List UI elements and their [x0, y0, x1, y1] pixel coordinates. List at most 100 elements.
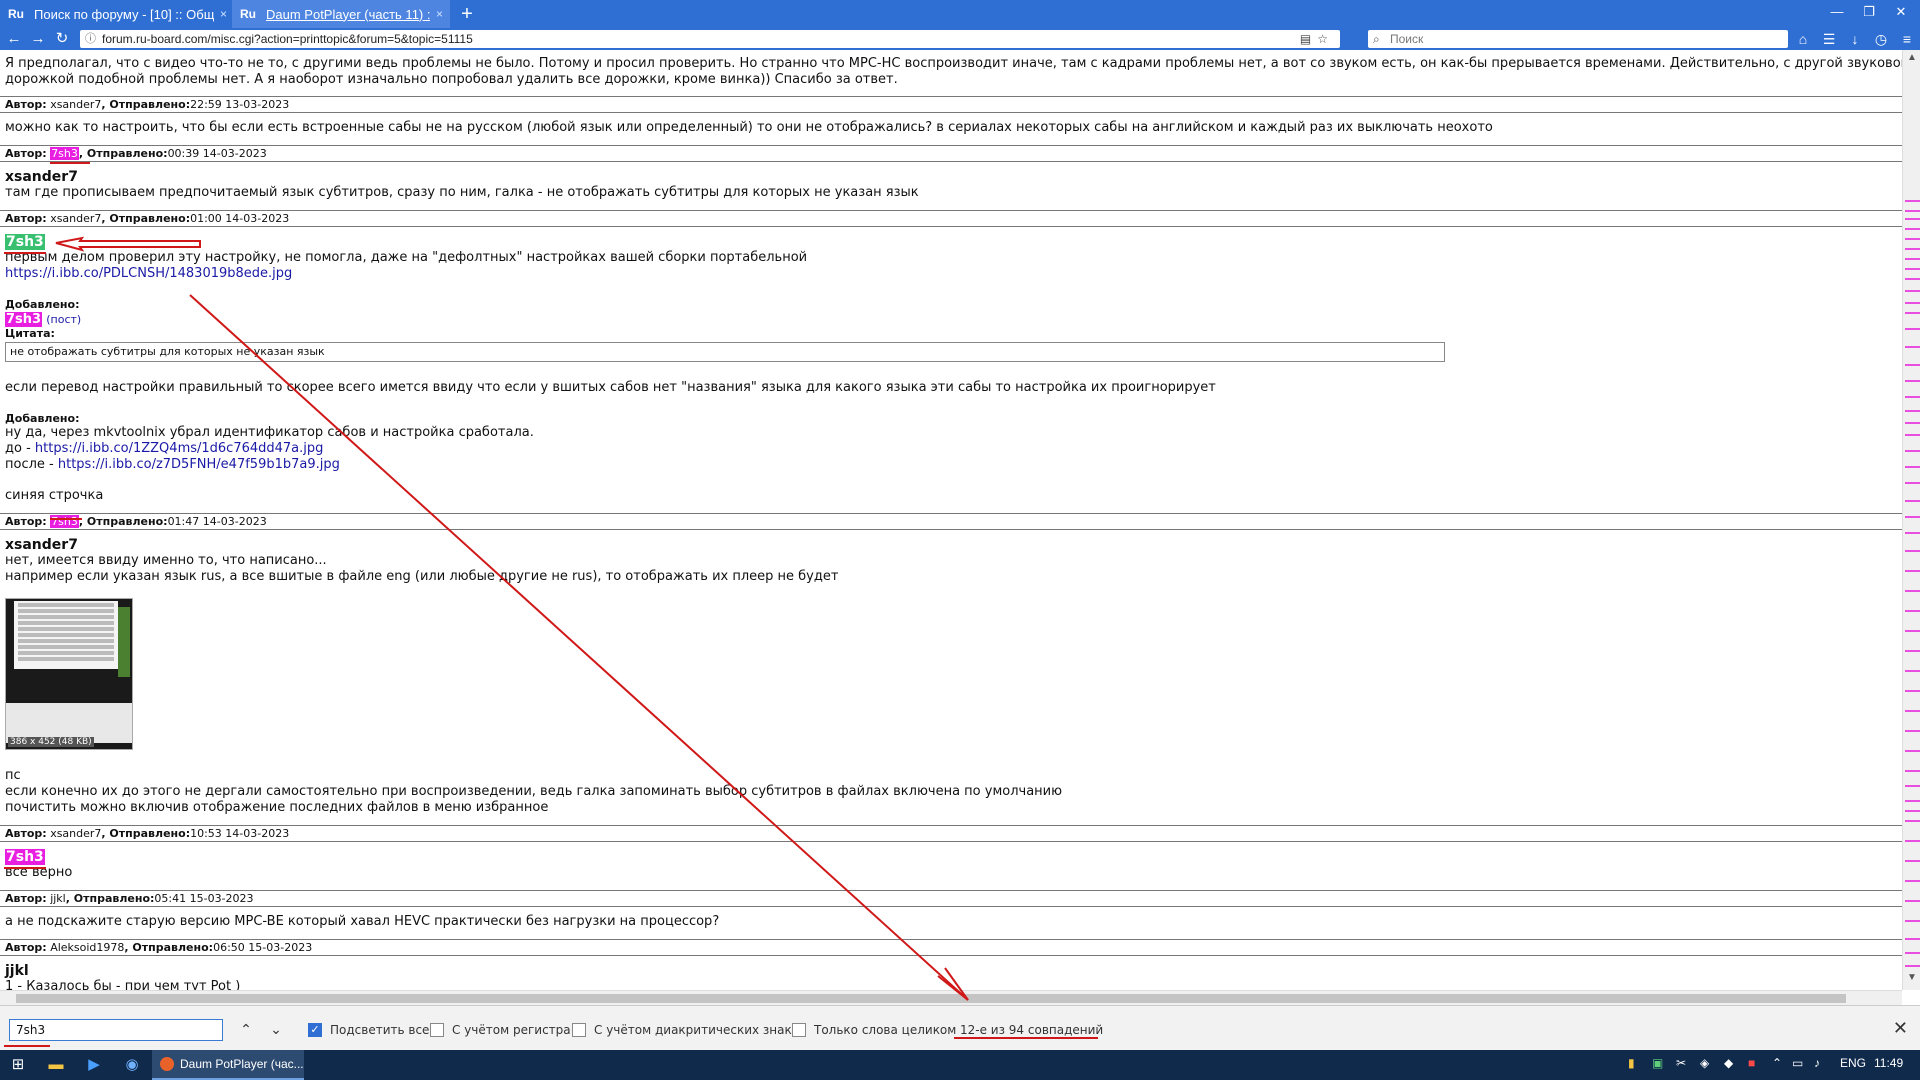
tray-app-icon[interactable]: ◈	[1700, 1056, 1709, 1070]
menu-icon[interactable]: ≡	[1896, 30, 1918, 48]
download-icon[interactable]: ↓	[1844, 30, 1866, 48]
match-marker	[1905, 516, 1920, 518]
screenshot-thumbnail[interactable]: 386 x 452 (48 KB)	[5, 598, 133, 750]
find-previous-button[interactable]: ⌃	[236, 1020, 256, 1040]
navigation-bar: ← → ↻ ⓘ forum.ru-board.com/misc.cgi?acti…	[0, 28, 1920, 50]
match-marker	[1905, 364, 1920, 366]
current-search-match: 7sh3	[5, 234, 45, 250]
match-marker	[1905, 900, 1920, 902]
match-marker	[1905, 840, 1920, 842]
reload-button[interactable]: ↻	[52, 30, 72, 48]
highlight-all-checkbox[interactable]: ✓ Подсветить все	[308, 1020, 429, 1040]
match-marker	[1905, 380, 1920, 382]
find-next-button[interactable]: ⌄	[266, 1020, 286, 1040]
taskbar-app-firefox[interactable]: Daum PotPlayer (час...	[152, 1050, 304, 1080]
address-bar[interactable]: ⓘ forum.ru-board.com/misc.cgi?action=pri…	[80, 30, 1340, 48]
match-marker	[1905, 630, 1920, 632]
match-marker	[1905, 396, 1920, 398]
info-icon[interactable]: ⓘ	[85, 30, 96, 48]
quote-label: Цитата:	[5, 327, 55, 340]
post-header: Автор: xsander7, Отправлено:10:53 14-03-…	[0, 825, 1902, 842]
media-player-icon[interactable]: ▶	[84, 1055, 104, 1075]
post-link[interactable]: (пост)	[46, 313, 81, 326]
image-link[interactable]: https://i.ibb.co/z7D5FNH/e47f59b1b7a9.jp…	[58, 457, 340, 472]
match-marker	[1905, 952, 1920, 954]
file-explorer-icon[interactable]: ▬	[46, 1055, 66, 1075]
match-marker	[1905, 290, 1920, 292]
match-diacritics-checkbox[interactable]: С учётом диакритических знаков	[572, 1020, 806, 1040]
checkbox-icon[interactable]	[792, 1023, 806, 1037]
new-tab-button[interactable]: +	[456, 3, 478, 25]
back-button[interactable]: ←	[4, 30, 24, 48]
match-marker	[1905, 550, 1920, 552]
forward-button[interactable]: →	[28, 30, 48, 48]
close-find-bar-button[interactable]: ✕	[1893, 1018, 1908, 1039]
post-header: Автор: Aleksoid1978, Отправлено:06:50 15…	[0, 939, 1902, 956]
network-app-icon[interactable]: ▣	[1652, 1056, 1663, 1070]
show-hidden-icons-icon[interactable]: ⌃	[1772, 1056, 1782, 1070]
vertical-scrollbar[interactable]: ▲ ▼	[1902, 50, 1920, 990]
close-tab-icon[interactable]: ×	[220, 7, 227, 21]
post-text: 1 - Казалось бы - при чем тут Pot )	[5, 979, 241, 990]
tray-app-icon[interactable]: ◆	[1724, 1056, 1733, 1070]
network-icon[interactable]: ▭	[1792, 1056, 1803, 1070]
thumbnail-menu-graphic	[14, 601, 118, 669]
match-marker	[1905, 410, 1920, 412]
reader-bookmark-icons[interactable]: ▤☆	[1300, 30, 1334, 48]
search-box[interactable]: ⌕ Поиск	[1368, 30, 1788, 48]
forum-print-page: Я предполагал, что с видео что-то не то,…	[0, 50, 1902, 990]
clock[interactable]: 11:49	[1874, 1056, 1903, 1070]
match-marker	[1905, 810, 1920, 812]
scroll-down-arrow-icon[interactable]: ▼	[1903, 972, 1920, 988]
match-count-status: 12-е из 94 совпадений	[960, 1023, 1104, 1037]
match-marker	[1905, 228, 1920, 230]
before-link-line: до - https://i.ibb.co/1ZZQ4ms/1d6c764dd4…	[5, 441, 324, 456]
checkbox-icon[interactable]	[430, 1023, 444, 1037]
home-icon[interactable]: ⌂	[1792, 30, 1814, 48]
volume-icon[interactable]: ♪	[1814, 1056, 1820, 1070]
horizontal-scrollbar[interactable]	[0, 990, 1902, 1005]
thumbnail-caption: 386 x 452 (48 KB)	[8, 737, 94, 747]
find-input[interactable]: 7sh3	[9, 1019, 223, 1041]
post-text: можно как то настроить, что бы если есть…	[5, 120, 1493, 135]
tab-potplayer[interactable]: Ru Daum PotPlayer (часть 11) :: Прогр ×	[232, 0, 450, 28]
match-marker	[1905, 482, 1920, 484]
close-tab-icon[interactable]: ×	[436, 7, 443, 21]
match-marker	[1905, 920, 1920, 922]
match-marker	[1905, 532, 1920, 534]
match-marker	[1905, 590, 1920, 592]
library-icon[interactable]: ☰	[1818, 30, 1840, 48]
quoted-username: 7sh3	[5, 234, 45, 250]
language-indicator[interactable]: ENG	[1840, 1056, 1866, 1070]
image-link[interactable]: https://i.ibb.co/1ZZQ4ms/1d6c764dd47a.jp…	[35, 441, 324, 456]
match-marker	[1905, 570, 1920, 572]
after-link-line: после - https://i.ibb.co/z7D5FNH/e47f59b…	[5, 457, 340, 472]
match-marker	[1905, 860, 1920, 862]
post-text: там где прописываем предпочитаемый язык …	[5, 185, 919, 200]
tab-forum-search[interactable]: Ru Поиск по форуму - [10] :: Общие ×	[0, 0, 232, 28]
whole-words-checkbox[interactable]: Только слова целиком	[792, 1020, 956, 1040]
checkbox-checked-icon[interactable]: ✓	[308, 1023, 322, 1037]
match-marker	[1905, 434, 1920, 436]
checkbox-icon[interactable]	[572, 1023, 586, 1037]
match-marker	[1905, 880, 1920, 882]
shield-icon[interactable]: ▮	[1628, 1056, 1635, 1070]
tray-app-icon[interactable]: ■	[1748, 1056, 1755, 1070]
scroll-up-arrow-icon[interactable]: ▲	[1903, 52, 1920, 68]
tab-bar: Ru Поиск по форуму - [10] :: Общие × Ru …	[0, 0, 1920, 28]
scroll-thumb[interactable]	[16, 994, 1846, 1003]
close-window-button[interactable]: ✕	[1884, 4, 1918, 20]
search-highlight: 7sh3	[50, 515, 79, 528]
match-marker	[1905, 690, 1920, 692]
match-marker	[1905, 710, 1920, 712]
minimize-button[interactable]: —	[1820, 4, 1854, 19]
post-header: Автор: xsander7, Отправлено:22:59 13-03-…	[0, 96, 1902, 113]
history-icon[interactable]: ◷	[1870, 30, 1892, 48]
tray-app-icon[interactable]: ✂	[1676, 1056, 1686, 1070]
restore-button[interactable]: ❐	[1852, 4, 1886, 20]
image-link[interactable]: https://i.ibb.co/PDLCNSH/1483019b8ede.jp…	[5, 266, 292, 282]
browser-icon[interactable]: ◉	[122, 1055, 142, 1075]
post-header: Автор: 7sh3, Отправлено:01:47 14-03-2023	[0, 513, 1902, 530]
match-case-checkbox[interactable]: С учётом регистра	[430, 1020, 571, 1040]
windows-start-icon[interactable]: ⊞	[8, 1055, 28, 1075]
